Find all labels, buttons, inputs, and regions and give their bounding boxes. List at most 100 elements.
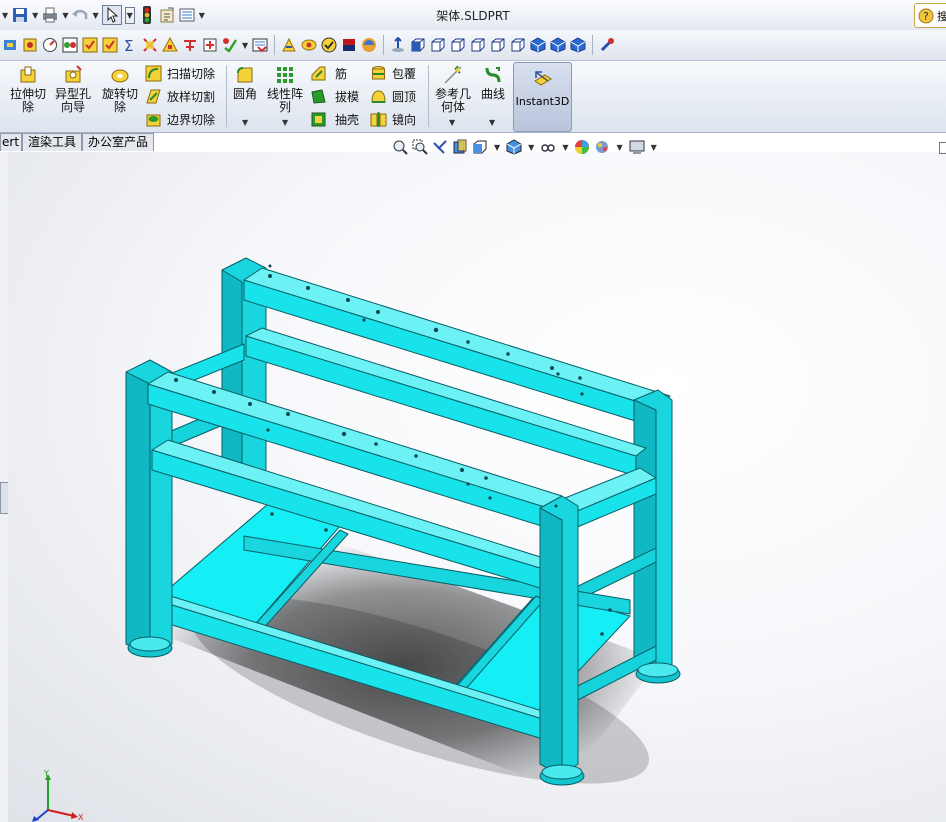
draft-button[interactable]: 拔模 <box>310 88 359 105</box>
instant3d-button[interactable]: Instant3D <box>513 62 572 132</box>
lofted-cut-label: 放样切割 <box>167 90 216 104</box>
tool-icon-10[interactable] <box>181 36 199 54</box>
help-icon: ? <box>918 8 934 23</box>
help-search-label: 搜 <box>937 9 946 23</box>
view-trimetric-icon[interactable] <box>549 36 567 54</box>
tool-icon-9[interactable] <box>161 36 179 54</box>
section-view-icon[interactable] <box>452 139 468 155</box>
swept-cut-icon <box>145 65 162 82</box>
chevron-down-icon[interactable]: ▼ <box>489 118 495 127</box>
tool-icon-2[interactable] <box>21 36 39 54</box>
window-title: 架体.SLDPRT <box>436 9 510 23</box>
svg-text:?: ? <box>923 10 929 23</box>
tool-icon-17[interactable] <box>340 36 358 54</box>
instant3d-icon <box>533 71 552 86</box>
part-model-3d[interactable] <box>8 152 946 822</box>
view-iso-icon[interactable] <box>529 36 547 54</box>
hole-wizard-icon <box>65 65 82 83</box>
view-settings-icon[interactable] <box>629 139 645 155</box>
dome-label: 圆顶 <box>392 90 417 104</box>
help-search[interactable]: ? 搜 <box>914 3 946 28</box>
shell-button[interactable]: 抽壳 <box>310 111 359 128</box>
tool-icon-1[interactable] <box>1 36 19 54</box>
wrap-icon <box>372 66 385 80</box>
chevron-down-icon[interactable]: ▼ <box>282 118 288 127</box>
previous-view-icon[interactable] <box>432 139 448 155</box>
view-left-icon[interactable] <box>449 36 467 54</box>
hole-wizard-button[interactable]: 异型孔 向导 <box>53 65 93 114</box>
dome-icon <box>371 90 386 103</box>
apply-scene-icon[interactable] <box>594 139 610 155</box>
sigma-icon[interactable]: Σ <box>121 36 139 54</box>
draft-label: 拔模 <box>335 90 360 104</box>
mirror-button[interactable]: 镜向 <box>370 111 416 128</box>
tool-icon-11[interactable] <box>201 36 219 54</box>
rib-button[interactable]: 筋 <box>310 65 347 82</box>
swept-cut-button[interactable]: 扫描切除 <box>145 65 215 82</box>
boundary-cut-icon <box>146 114 161 127</box>
ref-geometry-button[interactable]: 参考几 何体 <box>432 65 474 114</box>
features-ribbon: 拉伸切 除 异型孔 向导 旋转切 除 扫描切除 放样切割 边界切除 圆角 ▼ 线… <box>0 61 946 133</box>
swept-cut-label: 扫描切除 <box>167 67 216 81</box>
viewport-corner-button[interactable] <box>939 142 946 154</box>
chevron-down-icon[interactable]: ▼ <box>242 118 248 127</box>
tool-icon-18[interactable] <box>360 36 378 54</box>
lofted-cut-button[interactable]: 放样切割 <box>145 88 215 105</box>
view-dimetric-icon[interactable] <box>569 36 587 54</box>
chevron-down-icon[interactable]: ▼ <box>616 143 622 152</box>
tab-render-tools[interactable]: 渲染工具 <box>22 133 83 151</box>
secondary-toolbar: Σ ▼ <box>0 30 946 61</box>
task-icon-2[interactable] <box>101 36 119 54</box>
chevron-down-icon[interactable]: ▼ <box>651 143 657 152</box>
title-bar: ▼ ▼ ▼ ▼ ▼ ▼ 架体.SLDPRT ? 搜 <box>0 0 946 31</box>
ref-geometry-icon <box>444 65 462 84</box>
view-orientation-icon[interactable] <box>472 139 488 155</box>
svg-text:X: X <box>78 813 84 822</box>
fillet-icon <box>237 67 253 83</box>
check-icon[interactable] <box>61 36 79 54</box>
hide-show-items-icon[interactable] <box>540 139 556 155</box>
wrap-label: 包覆 <box>392 67 417 81</box>
fillet-button[interactable]: 圆角 <box>230 65 260 101</box>
heads-up-view-toolbar: ▼ ▼ ▼ ▼ ▼ <box>392 139 659 155</box>
display-style-icon[interactable] <box>506 139 522 155</box>
tool-icon-13[interactable] <box>251 36 269 54</box>
view-top-icon[interactable] <box>489 36 507 54</box>
chevron-down-icon[interactable]: ▼ <box>449 118 455 127</box>
view-front-icon[interactable] <box>409 36 427 54</box>
tab-insert[interactable]: ert <box>0 133 22 151</box>
tool-icon-12[interactable] <box>221 36 239 54</box>
extrude-cut-button[interactable]: 拉伸切 除 <box>8 65 48 114</box>
mirror-icon <box>370 112 387 127</box>
linear-pattern-button[interactable]: 线性阵 列 <box>265 65 305 114</box>
graphics-viewport[interactable]: Y X <box>8 152 946 822</box>
curves-label: 曲线 <box>480 87 505 101</box>
boundary-cut-button[interactable]: 边界切除 <box>145 111 215 128</box>
tab-office-products[interactable]: 办公室产品 <box>82 133 155 151</box>
edit-appearance-icon[interactable] <box>574 139 590 155</box>
tool-icon-16[interactable] <box>320 36 338 54</box>
curves-button[interactable]: 曲线 <box>478 65 508 101</box>
task-icon-1[interactable] <box>81 36 99 54</box>
ribbon-separator <box>226 65 227 127</box>
revolve-cut-button[interactable]: 旋转切 除 <box>100 65 140 114</box>
normal-to-icon[interactable] <box>389 36 407 54</box>
tool-icon-14[interactable] <box>280 36 298 54</box>
hole-wizard-label: 异型孔 向导 <box>54 87 91 114</box>
chevron-down-icon[interactable]: ▼ <box>494 143 500 152</box>
dome-button[interactable]: 圆顶 <box>370 88 416 105</box>
chevron-down-icon[interactable]: ▼ <box>528 143 534 152</box>
gauge-icon[interactable] <box>41 36 59 54</box>
tool-icon-8[interactable] <box>141 36 159 54</box>
view-right-icon[interactable] <box>469 36 487 54</box>
axis-triad: Y X <box>32 770 84 822</box>
pin-icon[interactable] <box>598 36 616 54</box>
zoom-to-area-icon[interactable] <box>412 139 428 155</box>
chevron-down-icon[interactable]: ▼ <box>562 143 568 152</box>
view-back-icon[interactable] <box>429 36 447 54</box>
chevron-down-icon[interactable]: ▼ <box>242 41 248 50</box>
tool-icon-15[interactable] <box>300 36 318 54</box>
view-bottom-icon[interactable] <box>509 36 527 54</box>
wrap-button[interactable]: 包覆 <box>370 65 416 82</box>
zoom-to-fit-icon[interactable] <box>392 139 408 155</box>
